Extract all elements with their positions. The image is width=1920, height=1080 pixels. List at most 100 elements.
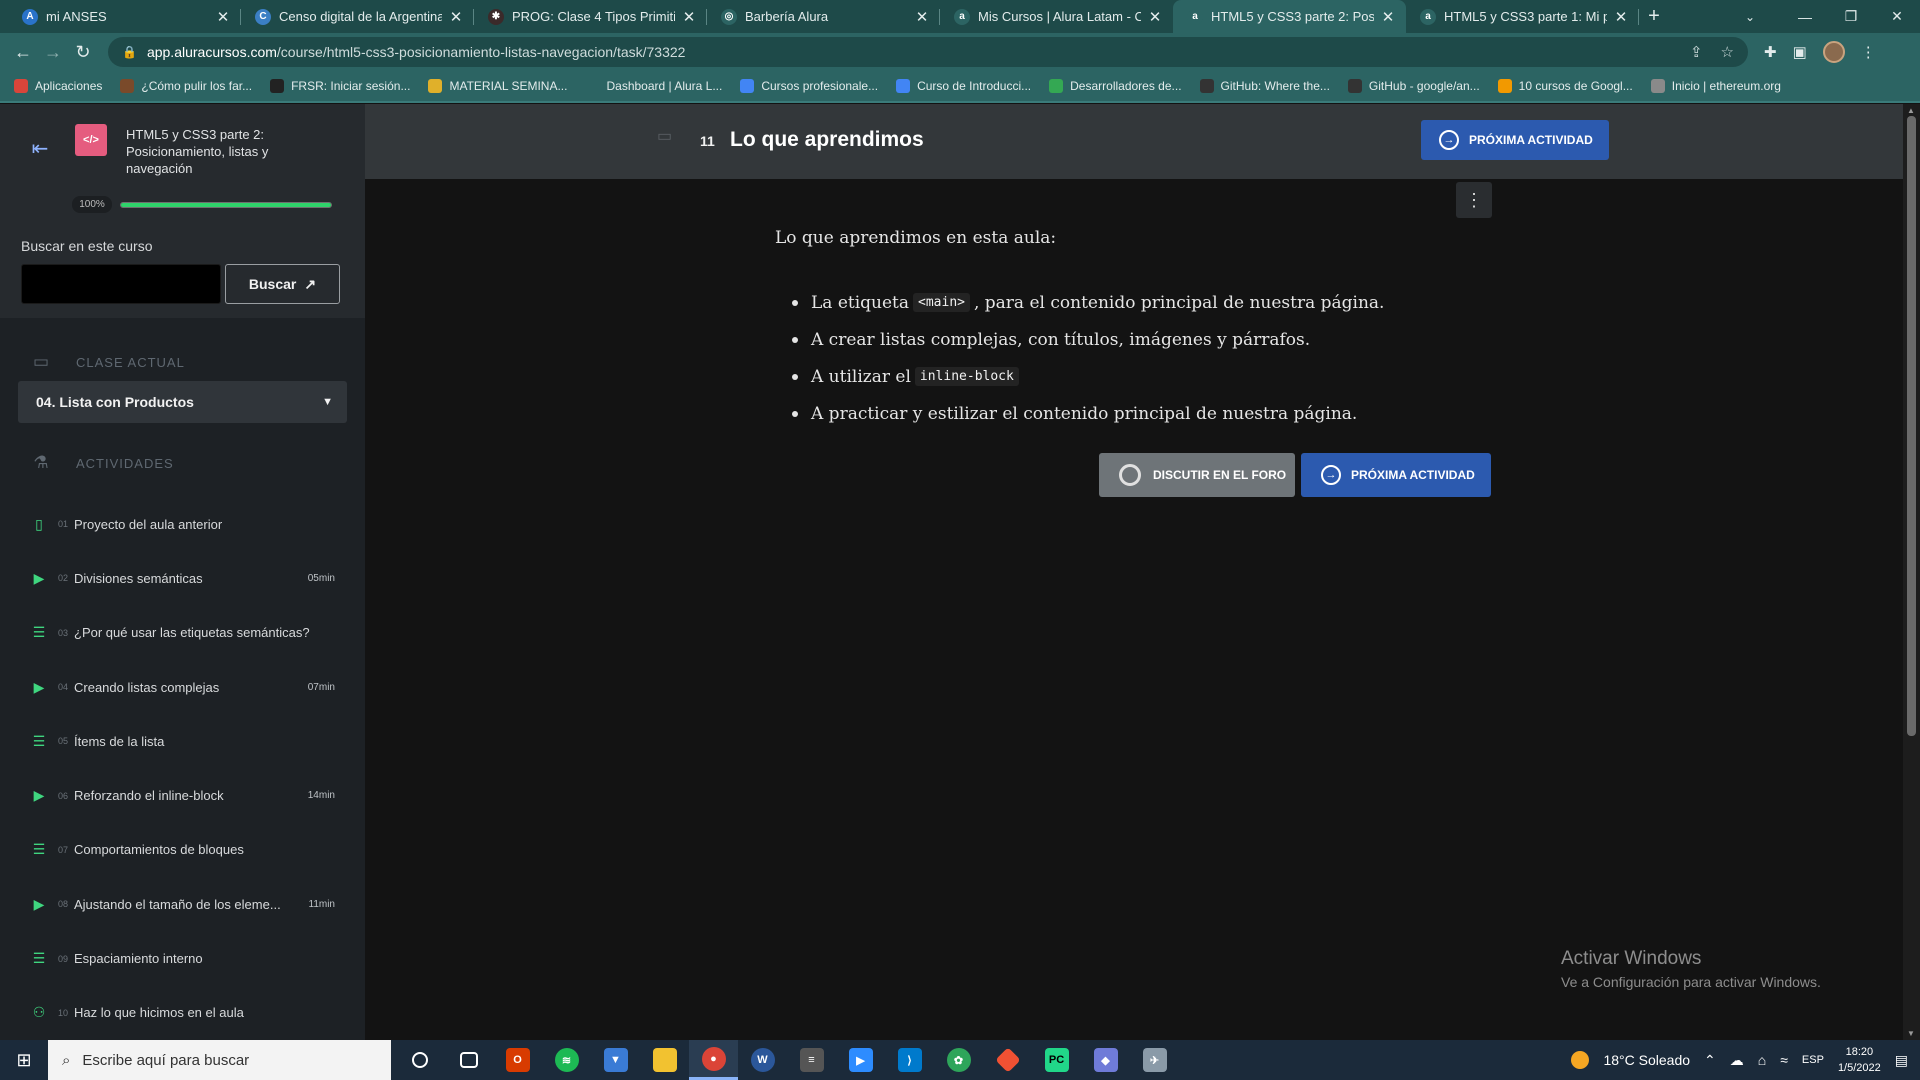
app-box-icon[interactable]: ◆ [1081,1040,1130,1080]
search-button[interactable]: Buscar ↗ [225,264,340,304]
vscode-icon[interactable]: ⟩ [885,1040,934,1080]
flask-icon: ⚗ [33,453,49,472]
activity-item[interactable]: ▯ 01 Proyecto del aula anterior [0,497,365,551]
activity-item[interactable]: ☰ 09 Espaciamiento interno [0,931,365,985]
scrollbar-thumb[interactable] [1907,116,1916,736]
spotify-icon[interactable]: ≋ [542,1040,591,1080]
bookmark-item[interactable]: Desarrolladores de... [1049,79,1182,93]
close-icon[interactable]: ✕ [448,8,464,26]
tab-search-icon[interactable]: ⌄ [1730,0,1770,33]
close-icon[interactable]: ✕ [1380,8,1396,26]
close-icon[interactable]: ✕ [681,8,697,26]
activity-item[interactable]: ☰ 07 Comportamientos de bloques [0,823,365,877]
bookmark-item[interactable]: Curso de Introducci... [896,79,1031,93]
collapse-sidebar-icon[interactable]: ⇤ [26,134,54,162]
activity-item[interactable]: ▶ 02 Divisiones semánticas 05min [0,551,365,605]
app-green-icon[interactable]: ✿ [934,1040,983,1080]
forward-icon[interactable]: → [38,37,68,67]
window-close-icon[interactable]: ✕ [1874,0,1920,33]
activity-label: Ítems de la lista [74,733,165,749]
activity-item[interactable]: ▶ 04 Creando listas complejas 07min [0,660,365,714]
tab-strip: Ami ANSES ✕ C Censo digital de la Argentina… [0,0,1920,33]
menu-dots-icon[interactable]: ⋮ [1861,43,1876,61]
reload-icon[interactable]: ↻ [68,37,98,67]
share-icon[interactable]: ⇪ [1690,43,1703,61]
back-icon[interactable]: ← [8,37,38,67]
activity-item[interactable]: ▶ 08 Ajustando el tamaño de los eleme... 11… [0,877,365,931]
language[interactable]: ESP [1802,1054,1824,1066]
bookmark-item[interactable]: GitHub - google/an... [1347,79,1480,93]
weather-text[interactable]: 18°C Soleado [1603,1052,1690,1068]
network-icon[interactable]: ⌂ [1758,1052,1766,1068]
profile-avatar[interactable] [1822,41,1845,63]
browser-tab[interactable]: a HTML5 y CSS3 parte 1: Mi prime ✕ [1406,0,1639,33]
restore-icon[interactable]: ❐ [1828,0,1874,33]
bullet [792,299,798,306]
task-view-icon[interactable] [444,1040,493,1080]
pycharm-icon[interactable]: PC [1032,1040,1081,1080]
clock[interactable]: 18:20 1/5/2022 [1838,1044,1881,1076]
bookmark-item[interactable]: FRSR: Iniciar sesión... [270,79,410,93]
address-bar[interactable]: 🔒 app.aluracursos.com/course/html5-css3-… [108,37,1748,67]
chevron-up-icon[interactable]: ⌃ [1704,1052,1716,1069]
scroll-up-icon[interactable]: ▲ [1907,106,1915,115]
browser-tab[interactable]: a Mis Cursos | Alura Latam - Curso ✕ [940,0,1173,33]
next-activity-button-top[interactable]: → PRÓXIMA ACTIVIDAD [1421,120,1609,160]
browser-tab[interactable]: a HTML5 y CSS3 parte 2: Posicion ✕ [1173,0,1406,33]
bookmark-item[interactable]: Inicio | ethereum.org [1650,79,1781,93]
scroll-down-icon[interactable]: ▼ [1907,1029,1915,1038]
browser-tab[interactable]: Ami ANSES ✕ [8,0,241,33]
close-icon[interactable]: ✕ [1147,8,1163,26]
browser-tab[interactable]: C Censo digital de la Argentina ✕ [241,0,474,33]
minimize-icon[interactable]: — [1782,0,1828,33]
bookmark-item[interactable]: GitHub: Where the... [1199,79,1330,93]
browser-tab[interactable]: ✱ PROG: Clase 4 Tipos Primitivo en ✕ [474,0,707,33]
taskbar-search[interactable]: ⌕ Escribe aquí para buscar [48,1040,391,1080]
activity-item[interactable]: ⚇ 10 Haz lo que hicimos en el aula [0,986,365,1040]
activity-item[interactable]: ▶ 06 Reforzando el inline-block 14min [0,768,365,822]
office-icon[interactable]: O [493,1040,542,1080]
close-icon[interactable]: ✕ [1613,8,1629,26]
bookmark-item[interactable]: Dashboard | Alura L... [585,79,722,93]
bookmark-item[interactable]: Aplicaciones [14,79,102,93]
current-class-dropdown[interactable]: 04. Lista con Productos ▼ [18,381,347,423]
bookmark-item[interactable]: 10 cursos de Googl... [1497,79,1633,93]
extensions-icon[interactable]: ✚ [1764,43,1777,61]
app-icon[interactable]: ▼ [591,1040,640,1080]
cloud-icon[interactable]: ☁ [1730,1052,1744,1069]
discuss-forum-button[interactable]: DISCUTIR EN EL FORO [1099,453,1295,497]
zoom-icon[interactable]: ▶ [836,1040,885,1080]
git-icon[interactable] [983,1040,1032,1080]
cortana-icon[interactable] [395,1040,444,1080]
side-panel-icon[interactable]: ▣ [1793,43,1807,61]
course-search-input[interactable] [21,264,221,304]
bookmark-label: Curso de Introducci... [917,79,1032,93]
more-options-icon[interactable]: ⋮ [1456,182,1492,218]
app-bird-icon[interactable]: ✈ [1130,1040,1179,1080]
next-activity-button[interactable]: → PRÓXIMA ACTIVIDAD [1301,453,1491,497]
bookmark-star-icon[interactable]: ☆ [1721,43,1734,61]
clock-date: 1/5/2022 [1837,1062,1881,1074]
chrome-icon[interactable]: ● [689,1040,738,1080]
learned-item: A practicar y estilizar el contenido pri… [792,395,1384,432]
lesson-header: ▭ 11 Lo que aprendimos → PRÓXIMA ACTIVID… [365,104,1903,179]
wifi-icon[interactable]: ≈ [1780,1052,1788,1068]
activity-item[interactable]: ☰ 03 ¿Por qué usar las etiquetas semántica… [0,606,365,660]
activity-number: 04 [58,682,69,693]
bookmark-item[interactable]: MATERIAL SEMINA... [428,79,567,93]
game-icon[interactable]: ≡ [787,1040,836,1080]
bookmark-item[interactable]: ¿Cómo pulir los far... [120,79,252,93]
new-tab-icon[interactable]: + [1639,0,1669,33]
notifications-icon[interactable]: ▤ [1895,1052,1908,1069]
bookmark-item[interactable]: Cursos profesionale... [740,79,878,93]
word-icon[interactable]: W [738,1040,787,1080]
page-scrollbar[interactable]: ▲ ▼ [1903,104,1920,1040]
windows-start-icon[interactable]: ⊞ [0,1040,48,1080]
file-explorer-icon[interactable] [640,1040,689,1080]
close-icon[interactable]: ✕ [215,8,231,26]
tab-favicon-icon: a [1187,8,1203,25]
bookmark-label: GitHub: Where the... [1220,79,1330,93]
close-icon[interactable]: ✕ [914,8,930,26]
browser-tab[interactable]: ◎ Barbería Alura ✕ [707,0,940,33]
activity-item[interactable]: ☰ 05 Ítems de la lista [0,714,365,768]
